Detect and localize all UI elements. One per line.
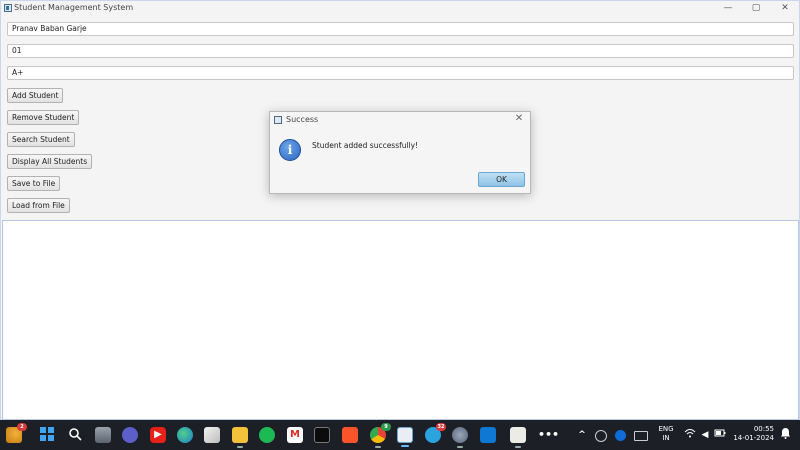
running-indicator [457,446,463,448]
success-dialog: Success ✕ i Student added successfully! … [269,111,531,194]
java-duke-icon[interactable] [510,427,526,448]
file-explorer-icon[interactable] [232,427,248,448]
roll-number-field[interactable]: 01 [7,44,794,58]
close-button[interactable]: ✕ [771,1,799,17]
spotify-icon[interactable] [259,427,275,443]
dialog-close-icon[interactable]: ✕ [512,113,526,124]
add-student-button[interactable]: Add Student [7,88,64,103]
maximize-button[interactable]: ▢ [742,1,770,17]
keyboard-icon[interactable] [634,431,648,441]
active-indicator [401,445,409,447]
running-indicator [375,446,381,448]
dialog-title: Success [286,115,319,124]
battery-icon[interactable] [712,427,728,443]
weather-widget-icon[interactable]: 2 [6,423,27,443]
search-student-button[interactable]: Search Student [7,132,75,147]
info-icon: i [279,139,301,161]
app-window: Student Management System — ▢ ✕ Pranav B… [0,0,800,420]
save-to-file-button[interactable]: Save to File [7,176,61,191]
ok-button[interactable]: OK [478,172,525,187]
taskbar: 2 ▶ M 9 32 ••• ^ ENG IN ◀ 00:55 14-01-20… [0,420,800,450]
terminal-icon[interactable] [314,427,330,443]
running-indicator [237,446,243,448]
time: 00:55 [753,425,774,433]
sync-icon[interactable] [595,430,607,442]
date: 14-01-2024 [733,434,774,442]
wifi-icon[interactable] [682,427,698,443]
language-code: ENG [658,425,674,433]
load-from-file-button[interactable]: Load from File [7,198,70,213]
region-code: IN [662,434,670,442]
dialog-app-icon [274,116,282,124]
weather-badge: 2 [17,423,27,431]
edge-icon[interactable] [177,427,193,443]
remove-student-button[interactable]: Remove Student [7,110,80,125]
telegram-icon[interactable]: 32 [425,423,446,443]
display-all-students-button[interactable]: Display All Students [7,154,93,169]
chevron-up-icon[interactable]: ^ [574,427,590,443]
search-icon[interactable] [67,427,83,443]
youtube-icon[interactable]: ▶ [150,427,166,443]
store-icon[interactable] [204,427,220,443]
more-apps-icon[interactable]: ••• [538,427,559,443]
grade-field[interactable]: A+ [7,66,794,80]
java-app-icon[interactable] [397,427,413,447]
output-area[interactable] [2,220,799,420]
app-icon [4,4,12,12]
bluetooth-icon[interactable] [615,430,626,441]
chrome-icon[interactable]: 9 [370,423,391,448]
title-bar[interactable]: Student Management System — ▢ ✕ [1,1,799,17]
window-title: Student Management System [14,3,134,12]
chrome-badge: 9 [381,423,391,431]
notification-bell-icon[interactable] [777,427,793,443]
telegram-badge: 32 [436,423,446,431]
settings-icon[interactable] [452,427,468,448]
brave-icon[interactable] [342,427,358,443]
start-icon[interactable] [39,427,55,443]
dialog-message: Student added successfully! [312,141,419,150]
gmail-icon[interactable]: M [287,427,303,443]
vscode-icon[interactable] [480,427,496,443]
volume-icon[interactable]: ◀ [697,427,713,443]
running-indicator [515,446,521,448]
task-view-icon[interactable] [95,427,111,443]
minimize-button[interactable]: — [714,1,742,17]
language-indicator[interactable]: ENG IN [656,425,676,443]
clock[interactable]: 00:55 14-01-2024 [730,425,774,443]
name-field[interactable]: Pranav Baban Garje [7,22,794,36]
teams-chat-icon[interactable] [122,427,138,443]
